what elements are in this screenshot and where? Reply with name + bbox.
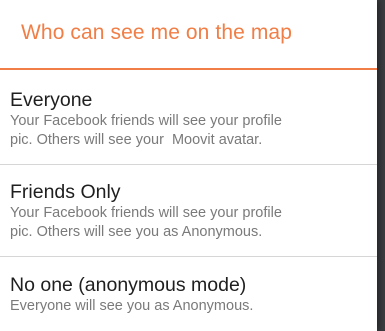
option-description-line: Your Facebook friends will see your prof… — [10, 113, 282, 129]
divider — [0, 256, 377, 257]
option-title: No one (anonymous mode) — [10, 274, 247, 296]
dialog-header: Who can see me on the map — [0, 0, 377, 70]
option-description-line: pic. Others will see you as Anonymous. — [10, 224, 263, 240]
option-everyone[interactable]: Everyone Your Facebook friends will see … — [0, 88, 377, 150]
visibility-dialog: Who can see me on the map Everyone Your … — [0, 0, 377, 331]
option-friends-only[interactable]: Friends Only Your Facebook friends will … — [0, 180, 377, 242]
option-description-line: Your Facebook friends will see your prof… — [10, 205, 282, 221]
option-description-line: Everyone will see you as Anonymous. — [10, 298, 254, 314]
dialog-title: Who can see me on the map — [21, 21, 292, 44]
divider — [0, 164, 377, 165]
option-title: Everyone — [10, 89, 93, 111]
option-no-one[interactable]: No one (anonymous mode) Everyone will se… — [0, 273, 377, 316]
option-title: Friends Only — [10, 181, 121, 203]
option-description-line: pic. Others will see your Moovit avatar. — [10, 132, 263, 148]
